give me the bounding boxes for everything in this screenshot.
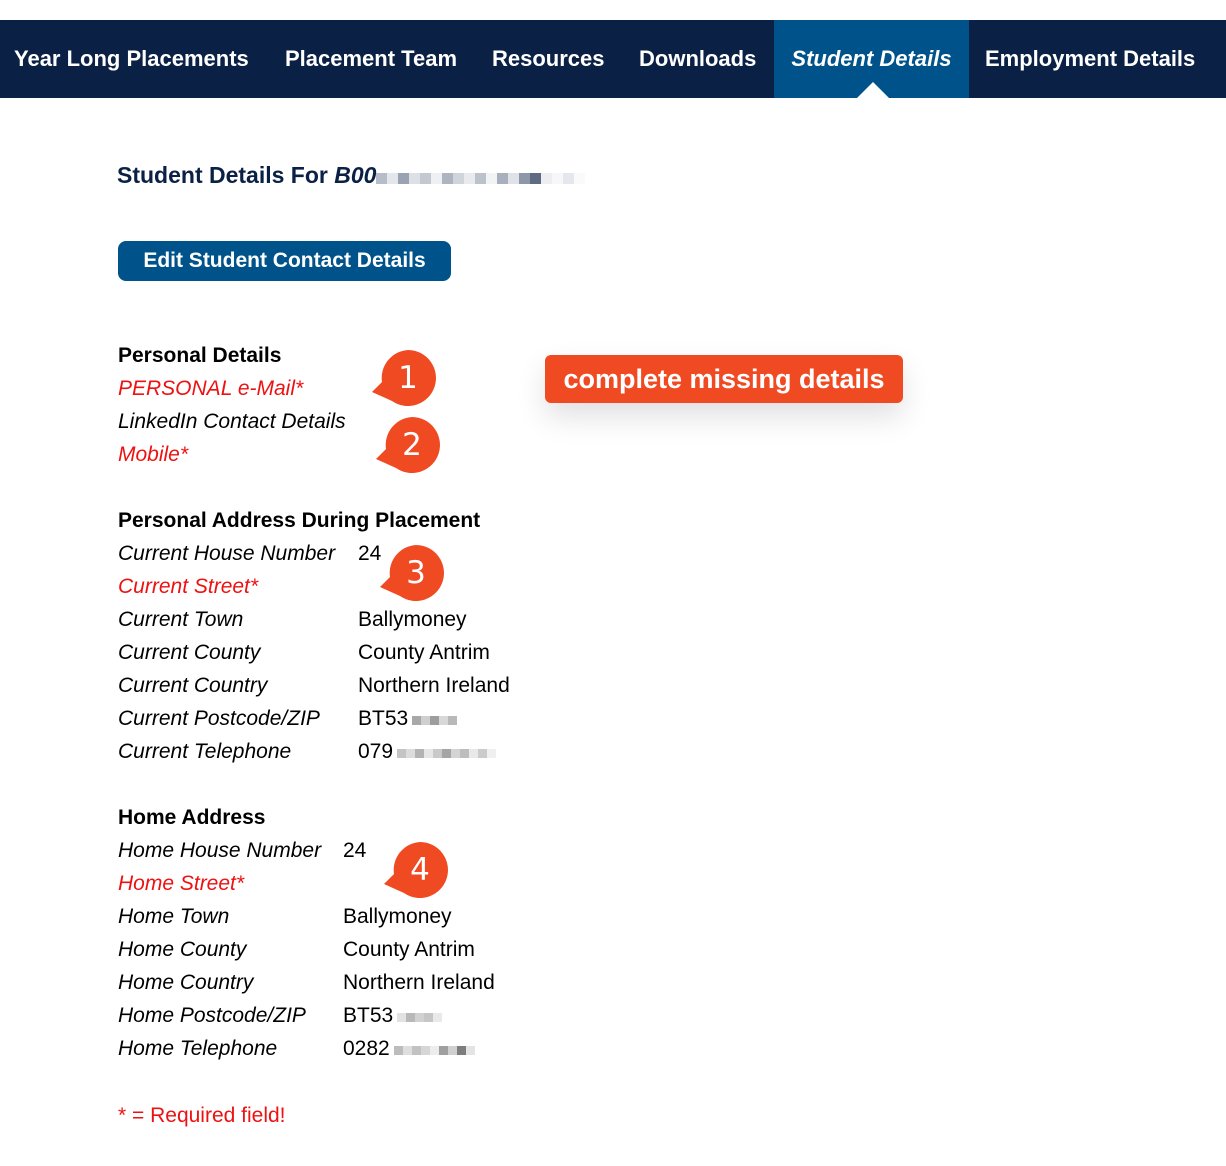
home-postcode-text: BT53 bbox=[343, 1004, 394, 1027]
callout-pin-3-number: 3 bbox=[406, 555, 426, 591]
nav-downloads[interactable]: Downloads bbox=[639, 20, 756, 98]
callout-pin-2: 2 bbox=[376, 415, 440, 475]
current-postcode-label: Current Postcode/ZIP bbox=[118, 707, 320, 730]
home-postcode-value: BT53 bbox=[343, 1004, 443, 1028]
current-telephone-text: 079 bbox=[358, 740, 394, 763]
nav-placement-team[interactable]: Placement Team bbox=[285, 20, 457, 98]
current-telephone-label: Current Telephone bbox=[118, 740, 292, 763]
home-town-value: Ballymoney bbox=[343, 905, 452, 928]
callout-pin-2-number: 2 bbox=[402, 427, 422, 463]
student-id: B00 bbox=[334, 162, 377, 188]
placement-address-heading: Personal Address During Placement bbox=[118, 509, 481, 532]
current-country-label: Current Country bbox=[118, 674, 268, 697]
current-postcode-value: BT53 bbox=[358, 707, 458, 731]
redacted-home-telephone bbox=[393, 1037, 475, 1061]
redacted-home-postcode bbox=[397, 1004, 443, 1028]
current-town-value: Ballymoney bbox=[358, 608, 467, 631]
callout-pin-4: 4 bbox=[384, 840, 448, 900]
current-house-number-label: Current House Number bbox=[118, 542, 336, 565]
nav-resources[interactable]: Resources bbox=[492, 20, 605, 98]
edit-student-contact-details-button[interactable]: Edit Student Contact Details bbox=[118, 241, 451, 281]
home-telephone-label: Home Telephone bbox=[118, 1037, 278, 1060]
redacted-current-postcode bbox=[412, 707, 458, 731]
home-country-value: Northern Ireland bbox=[343, 971, 495, 994]
callout-pin-1: 1 bbox=[372, 348, 436, 408]
home-telephone-value: 0282 bbox=[343, 1037, 475, 1061]
mobile-label: Mobile* bbox=[118, 443, 189, 466]
redacted-student-id bbox=[376, 163, 586, 190]
current-county-label: Current County bbox=[118, 641, 261, 664]
current-house-number-value: 24 bbox=[358, 542, 382, 565]
current-town-label: Current Town bbox=[118, 608, 244, 631]
personal-details-heading: Personal Details bbox=[118, 344, 282, 367]
home-country-label: Home Country bbox=[118, 971, 254, 994]
active-tab-caret bbox=[857, 82, 889, 98]
current-street-label: Current Street* bbox=[118, 575, 259, 598]
home-county-value: County Antrim bbox=[343, 938, 475, 961]
top-navigation: Year Long Placements Placement Team Reso… bbox=[0, 20, 1226, 98]
redacted-current-telephone bbox=[397, 740, 497, 764]
callout-pin-1-number: 1 bbox=[398, 360, 418, 396]
callout-pin-4-number: 4 bbox=[410, 852, 430, 888]
home-house-number-value: 24 bbox=[343, 839, 367, 862]
linkedin-label: LinkedIn Contact Details bbox=[118, 410, 346, 433]
required-field-footnote: * = Required field! bbox=[118, 1104, 286, 1127]
nav-employment-details[interactable]: Employment Details bbox=[985, 20, 1195, 98]
current-county-value: County Antrim bbox=[358, 641, 490, 664]
page-title: Student Details For B00 bbox=[117, 162, 586, 190]
home-town-label: Home Town bbox=[118, 905, 230, 928]
home-address-heading: Home Address bbox=[118, 806, 266, 829]
home-postcode-label: Home Postcode/ZIP bbox=[118, 1004, 306, 1027]
current-postcode-text: BT53 bbox=[358, 707, 409, 730]
page-title-prefix: Student Details For bbox=[117, 162, 335, 188]
callout-pin-3: 3 bbox=[380, 543, 444, 603]
personal-email-label: PERSONAL e-Mail* bbox=[118, 377, 304, 400]
complete-missing-details-banner: complete missing details bbox=[545, 355, 903, 403]
home-county-label: Home County bbox=[118, 938, 247, 961]
current-country-value: Northern Ireland bbox=[358, 674, 510, 697]
home-street-label: Home Street* bbox=[118, 872, 245, 895]
nav-year-long-placements[interactable]: Year Long Placements bbox=[14, 20, 249, 98]
home-house-number-label: Home House Number bbox=[118, 839, 322, 862]
current-telephone-value: 079 bbox=[358, 740, 497, 764]
home-telephone-text: 0282 bbox=[343, 1037, 390, 1060]
